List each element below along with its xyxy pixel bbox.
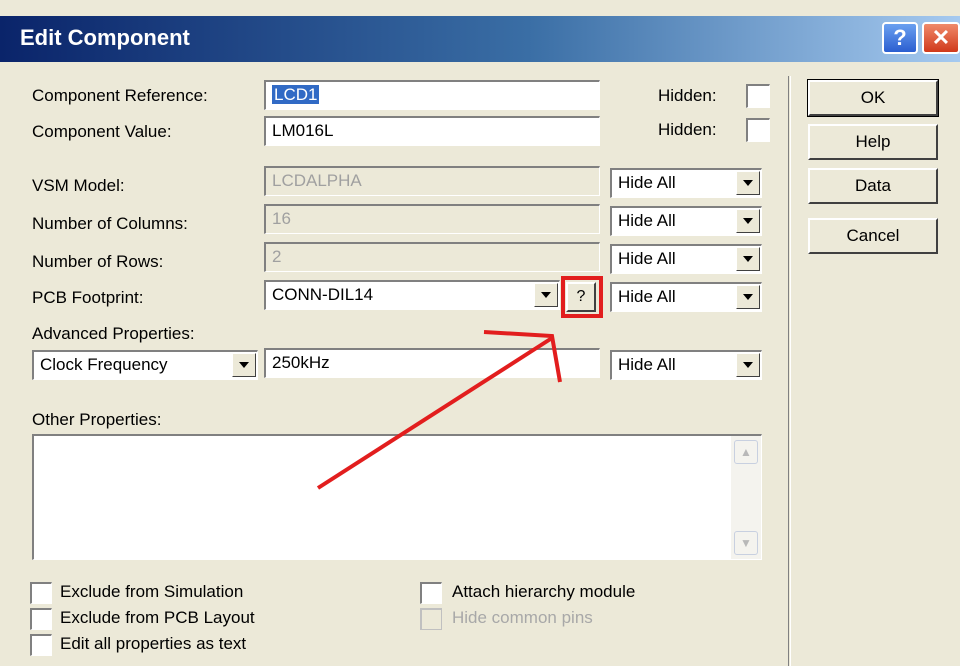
edit-as-text-label: Edit all properties as text bbox=[60, 634, 247, 653]
dropdown-arrow-icon[interactable] bbox=[534, 283, 558, 307]
reference-hidden-label: Hidden: bbox=[658, 86, 717, 105]
dropdown-arrow-icon[interactable] bbox=[736, 209, 760, 233]
exclude-pcb-label: Exclude from PCB Layout bbox=[60, 608, 255, 627]
title-help-button[interactable]: ? bbox=[882, 22, 918, 54]
dropdown-arrow-icon[interactable] bbox=[736, 247, 760, 271]
rows-input: 2 bbox=[264, 242, 600, 272]
reference-hidden-checkbox[interactable] bbox=[746, 84, 770, 108]
value-hidden-checkbox[interactable] bbox=[746, 118, 770, 142]
hide-common-pins-checkbox bbox=[420, 608, 442, 630]
dropdown-arrow-icon[interactable] bbox=[232, 353, 256, 377]
rows-label: Number of Rows: bbox=[32, 252, 164, 271]
vsm-model-visibility-select[interactable]: Hide All bbox=[610, 168, 762, 198]
other-properties-label: Other Properties: bbox=[32, 410, 162, 429]
scroll-down-icon[interactable]: ▼ bbox=[734, 531, 758, 555]
ok-button[interactable]: OK bbox=[807, 79, 939, 117]
columns-visibility-select[interactable]: Hide All bbox=[610, 206, 762, 236]
component-value-label: Component Value: bbox=[32, 122, 172, 141]
title-bar: Edit Component ? ✕ bbox=[0, 16, 960, 62]
annotation-highlight-box bbox=[561, 276, 603, 318]
scroll-up-icon[interactable]: ▲ bbox=[734, 440, 758, 464]
pcb-footprint-select[interactable]: CONN-DIL14 bbox=[264, 280, 560, 310]
columns-label: Number of Columns: bbox=[32, 214, 188, 233]
attach-hierarchy-label: Attach hierarchy module bbox=[452, 582, 636, 601]
dropdown-arrow-icon[interactable] bbox=[736, 171, 760, 195]
columns-visibility-value: Hide All bbox=[618, 211, 676, 230]
vsm-model-visibility-value: Hide All bbox=[618, 173, 676, 192]
vsm-model-input: LCDALPHA bbox=[264, 166, 600, 196]
title-close-button[interactable]: ✕ bbox=[922, 22, 960, 54]
value-hidden-label: Hidden: bbox=[658, 120, 717, 139]
pcb-footprint-label: PCB Footprint: bbox=[32, 288, 144, 307]
advanced-property-select[interactable]: Clock Frequency bbox=[32, 350, 258, 380]
component-reference-input[interactable]: LCD1 bbox=[264, 80, 600, 110]
pcb-footprint-value: CONN-DIL14 bbox=[272, 285, 374, 304]
component-reference-value: LCD1 bbox=[272, 85, 320, 104]
hide-common-pins-label: Hide common pins bbox=[452, 608, 593, 627]
component-value-input[interactable]: LM016L bbox=[264, 116, 600, 146]
exclude-pcb-checkbox[interactable] bbox=[30, 608, 52, 630]
dialog-title: Edit Component bbox=[20, 25, 190, 50]
cancel-button[interactable]: Cancel bbox=[808, 218, 938, 254]
advanced-properties-label: Advanced Properties: bbox=[32, 324, 195, 343]
data-button[interactable]: Data bbox=[808, 168, 938, 204]
pcb-footprint-visibility-select[interactable]: Hide All bbox=[610, 282, 762, 312]
other-properties-textarea[interactable]: ▲ ▼ bbox=[32, 434, 762, 560]
edit-component-dialog: Edit Component ? ✕ Component Reference: … bbox=[0, 0, 960, 666]
dropdown-arrow-icon[interactable] bbox=[736, 285, 760, 309]
exclude-simulation-checkbox[interactable] bbox=[30, 582, 52, 604]
dropdown-arrow-icon[interactable] bbox=[736, 353, 760, 377]
edit-as-text-checkbox[interactable] bbox=[30, 634, 52, 656]
pcb-footprint-visibility-value: Hide All bbox=[618, 287, 676, 306]
exclude-simulation-label: Exclude from Simulation bbox=[60, 582, 244, 601]
rows-visibility-value: Hide All bbox=[618, 249, 676, 268]
rows-visibility-select[interactable]: Hide All bbox=[610, 244, 762, 274]
help-button[interactable]: Help bbox=[808, 124, 938, 160]
advanced-visibility-select[interactable]: Hide All bbox=[610, 350, 762, 380]
attach-hierarchy-checkbox[interactable] bbox=[420, 582, 442, 604]
advanced-property-value: Clock Frequency bbox=[40, 355, 168, 374]
component-reference-label: Component Reference: bbox=[32, 86, 208, 105]
vertical-scrollbar[interactable]: ▲ ▼ bbox=[731, 436, 761, 559]
vsm-model-label: VSM Model: bbox=[32, 176, 125, 195]
columns-input: 16 bbox=[264, 204, 600, 234]
advanced-visibility-value: Hide All bbox=[618, 355, 676, 374]
separator bbox=[788, 76, 791, 666]
advanced-value-input[interactable]: 250kHz bbox=[264, 348, 600, 378]
